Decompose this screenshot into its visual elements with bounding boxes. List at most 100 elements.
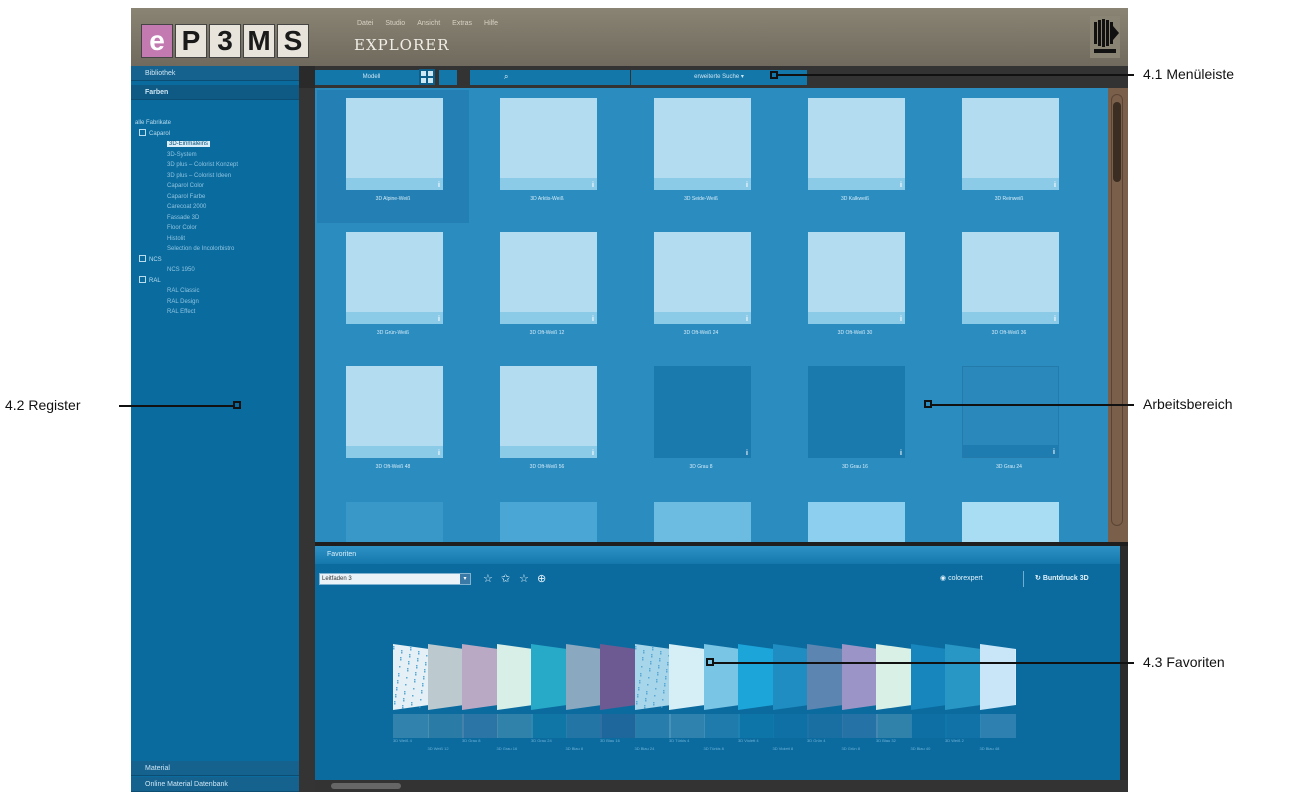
favorite-card[interactable] bbox=[531, 644, 568, 738]
favorite-card[interactable] bbox=[565, 644, 602, 738]
color-tile[interactable]: i 3D Oft-Weiß 30 bbox=[779, 224, 931, 357]
colorexpert-link[interactable]: ◉ colorexpert bbox=[940, 574, 983, 582]
color-tile[interactable]: i 3D Seide-Weiß bbox=[625, 90, 777, 223]
favorite-card[interactable] bbox=[945, 644, 982, 738]
tree-item[interactable]: NCS 1950 bbox=[167, 267, 195, 273]
expand-box-icon[interactable] bbox=[139, 129, 146, 137]
color-tile[interactable]: i 3D Oft-Weiß 48 bbox=[317, 358, 469, 491]
color-tile[interactable]: i 3D Oft-Weiß 56 bbox=[471, 358, 623, 491]
color-tile[interactable]: i 3D Grau 16 bbox=[779, 358, 931, 491]
list-view-button[interactable] bbox=[439, 70, 457, 85]
favorites-scrollbar[interactable] bbox=[315, 780, 1128, 792]
star-filled-icon[interactable]: ✩ bbox=[501, 572, 510, 585]
info-icon[interactable]: i bbox=[1054, 182, 1056, 189]
model-button[interactable]: Modell bbox=[315, 70, 428, 85]
search-input[interactable] bbox=[470, 70, 630, 85]
favorite-card[interactable] bbox=[427, 644, 464, 738]
info-icon[interactable]: i bbox=[592, 182, 594, 189]
tree-item[interactable]: 3D plus – Colorist Konzept bbox=[167, 162, 238, 168]
expand-box-icon[interactable] bbox=[139, 255, 146, 263]
color-tile[interactable]: i 3D Grau 8 bbox=[625, 358, 777, 491]
info-icon[interactable]: i bbox=[746, 316, 748, 323]
color-swatch-partial[interactable] bbox=[654, 502, 751, 542]
favorite-card[interactable] bbox=[600, 644, 637, 738]
tree-item[interactable]: Histolit bbox=[167, 236, 185, 242]
globe-icon[interactable]: ⊕ bbox=[537, 572, 546, 585]
tree-item[interactable]: Caparol Color bbox=[167, 183, 204, 189]
color-tile[interactable]: i 3D Grün-Weiß bbox=[317, 224, 469, 357]
color-tile[interactable]: i 3D Oft-Weiß 12 bbox=[471, 224, 623, 357]
tree-item[interactable]: Floor Color bbox=[167, 225, 197, 231]
tree-group[interactable]: NCS bbox=[139, 255, 238, 266]
star-add-icon[interactable]: ☆ bbox=[519, 572, 529, 585]
favorite-card[interactable] bbox=[496, 644, 533, 738]
menu-item-extras[interactable]: Extras bbox=[452, 20, 472, 27]
favorites-select[interactable]: Leitfaden 3 ▾ bbox=[319, 573, 471, 585]
info-icon[interactable]: i bbox=[438, 316, 440, 323]
info-icon[interactable]: i bbox=[1053, 449, 1055, 456]
favorite-card[interactable] bbox=[703, 644, 740, 738]
color-tile[interactable]: i 3D Alpine-Weiß bbox=[317, 90, 469, 223]
favorite-card[interactable] bbox=[910, 644, 947, 738]
color-tile[interactable]: i 3D Oft-Weiß 24 bbox=[625, 224, 777, 357]
tree-item[interactable]: Caparol Farbe bbox=[167, 194, 205, 200]
menu-item-hilfe[interactable]: Hilfe bbox=[484, 20, 498, 27]
favorite-card[interactable] bbox=[807, 644, 844, 738]
favorite-card[interactable] bbox=[669, 644, 706, 738]
tree-item[interactable]: RAL Effect bbox=[167, 309, 195, 315]
info-icon[interactable]: i bbox=[746, 182, 748, 189]
info-icon[interactable]: i bbox=[592, 450, 594, 457]
favorite-card[interactable] bbox=[876, 644, 913, 738]
scrollbar-thumb[interactable] bbox=[331, 783, 401, 789]
favorite-card[interactable] bbox=[772, 644, 809, 738]
expand-box-icon[interactable] bbox=[139, 276, 146, 284]
workspace-scrollbar[interactable] bbox=[1108, 88, 1128, 542]
info-icon[interactable]: i bbox=[900, 450, 902, 457]
tree-item[interactable]: 3D-Einmaleins bbox=[167, 141, 211, 147]
tree-item[interactable]: RAL Classic bbox=[167, 288, 199, 294]
grid-view-icon[interactable] bbox=[419, 69, 435, 85]
color-tile[interactable]: i 3D Grau 24 bbox=[933, 358, 1085, 491]
menu-item-datei[interactable]: Datei bbox=[357, 20, 373, 27]
info-icon[interactable]: i bbox=[900, 182, 902, 189]
favorite-card[interactable] bbox=[393, 644, 430, 738]
tab-material[interactable]: Material bbox=[131, 761, 299, 776]
info-icon[interactable]: i bbox=[900, 316, 902, 323]
color-swatch-partial[interactable] bbox=[500, 502, 597, 542]
favorite-card[interactable] bbox=[634, 644, 671, 738]
menu-item-studio[interactable]: Studio bbox=[385, 20, 405, 27]
info-icon[interactable]: i bbox=[746, 450, 748, 457]
tree-group[interactable]: RAL bbox=[139, 276, 238, 287]
color-swatch-partial[interactable] bbox=[808, 502, 905, 542]
scrollbar-thumb[interactable] bbox=[1113, 102, 1121, 182]
tree-root[interactable]: alle Fabrikate bbox=[135, 118, 238, 129]
favorite-card[interactable] bbox=[979, 644, 1016, 738]
menu-item-ansicht[interactable]: Ansicht bbox=[417, 20, 440, 27]
favorite-card[interactable] bbox=[738, 644, 775, 738]
buntdruck-button[interactable]: ↻ Buntdruck 3D bbox=[1035, 574, 1089, 582]
color-tile[interactable]: i 3D Reinweiß bbox=[933, 90, 1085, 223]
tree-item[interactable]: Selection de Incolorbistro bbox=[167, 246, 234, 252]
star-outline-icon[interactable]: ☆ bbox=[483, 572, 493, 585]
info-icon[interactable]: i bbox=[438, 182, 440, 189]
color-swatch-partial[interactable] bbox=[962, 502, 1059, 542]
tree-item[interactable]: Fassade 3D bbox=[167, 215, 199, 221]
tab-online-material-datenbank[interactable]: Online Material Datenbank bbox=[131, 777, 299, 792]
color-tile[interactable]: i 3D Kalkweiß bbox=[779, 90, 931, 223]
tree-item[interactable]: 3D plus – Colorist Ideen bbox=[167, 173, 231, 179]
extended-search-dropdown[interactable]: erweiterte Suche ▾ bbox=[631, 70, 807, 85]
color-swatch-partial[interactable] bbox=[346, 502, 443, 542]
tab-bibliothek[interactable]: Bibliothek bbox=[131, 66, 299, 81]
favorite-card[interactable] bbox=[841, 644, 878, 738]
info-icon[interactable]: i bbox=[1054, 316, 1056, 323]
info-icon[interactable]: i bbox=[592, 316, 594, 323]
info-icon[interactable]: i bbox=[438, 450, 440, 457]
color-tile[interactable]: i 3D Arktis-Weiß bbox=[471, 90, 623, 223]
tree-item[interactable]: RAL Design bbox=[167, 299, 199, 305]
tree-item[interactable]: 3D-System bbox=[167, 152, 197, 158]
sidebar-splitter[interactable] bbox=[299, 66, 315, 792]
favorite-card[interactable] bbox=[462, 644, 499, 738]
tab-farben[interactable]: Farben bbox=[131, 85, 299, 100]
color-tile[interactable]: i 3D Oft-Weiß 36 bbox=[933, 224, 1085, 357]
tree-group[interactable]: Caparol bbox=[139, 129, 238, 140]
